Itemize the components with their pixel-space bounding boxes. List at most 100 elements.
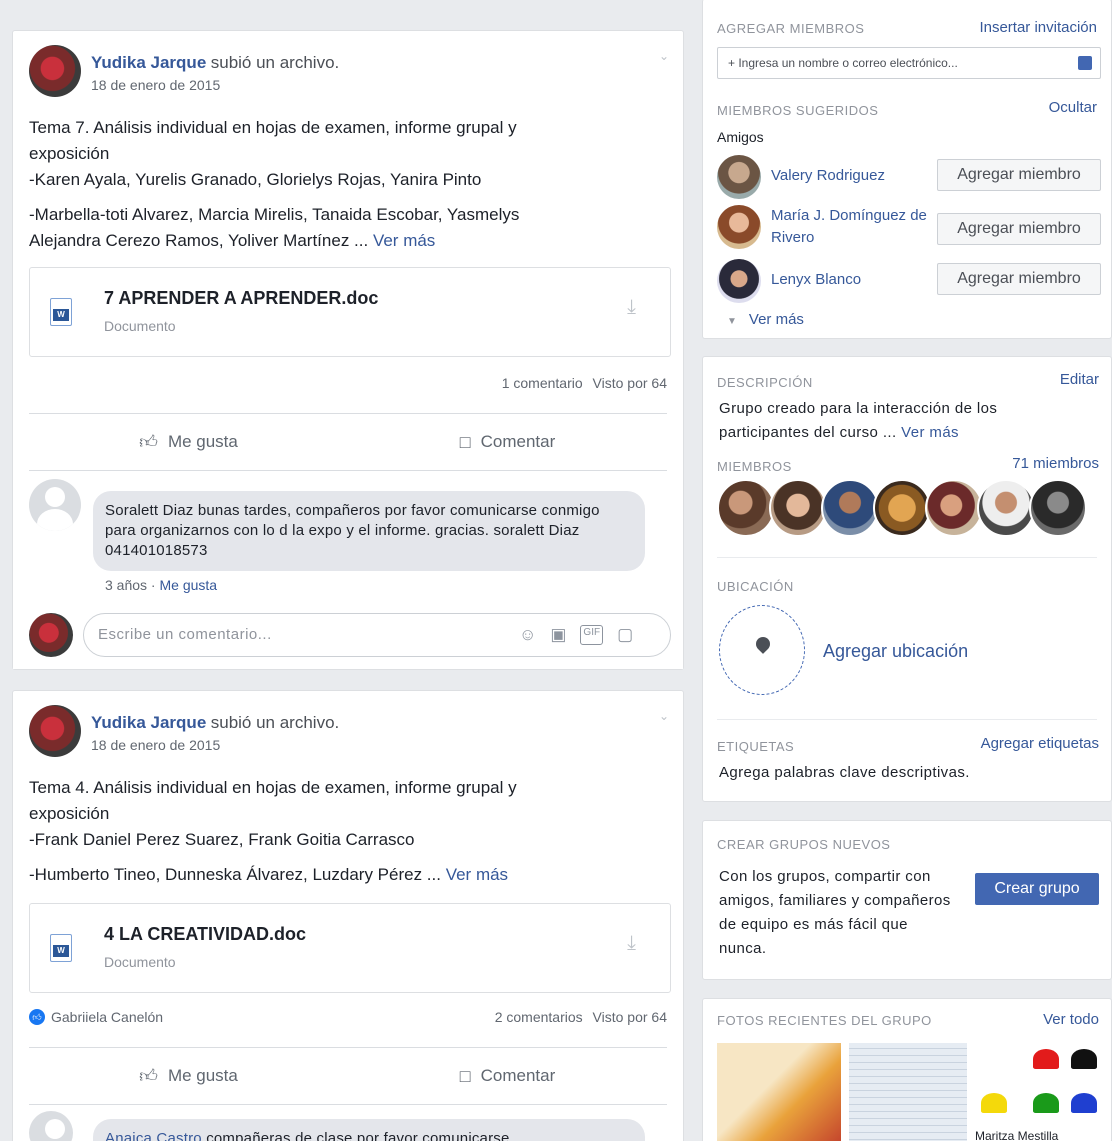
comments-count[interactable]: 2 comentarios [495, 1009, 583, 1025]
section-title: CREAR GRUPOS NUEVOS [717, 837, 891, 852]
comment-label: Comentar [480, 1066, 556, 1085]
photo-caption: Maritza Mestilla [975, 1129, 1059, 1141]
hat-black [1071, 1049, 1097, 1069]
edit-link[interactable]: Editar [1060, 371, 1099, 388]
post-stats: 1 comentario Visto por 64 [496, 375, 667, 391]
post-action: subió un archivo. [210, 53, 340, 72]
comment-button[interactable]: □ Comentar [348, 414, 667, 470]
member-avatar[interactable] [821, 479, 879, 537]
suggested-member-name[interactable]: Valery Rodriguez [771, 165, 931, 187]
speech-bubble-icon: □ [459, 431, 471, 452]
comment-like-link[interactable]: Me gusta [160, 577, 218, 593]
reply-icons: ☺ ▣ GIF ▢ [519, 625, 633, 645]
add-location-link[interactable]: Agregar ubicación [823, 641, 968, 662]
seen-by[interactable]: Visto por 64 [593, 375, 667, 391]
file-name[interactable]: 7 APRENDER A APRENDER.doc [104, 288, 378, 309]
description-text: Grupo creado para la interacción de los … [719, 397, 1079, 445]
reaction-row: 👍︎ Gabriiela Canelón [29, 1009, 163, 1025]
hat-blue [1071, 1093, 1097, 1113]
comment-author[interactable]: Anaica Castro [105, 1130, 202, 1141]
add-member-button[interactable]: Agregar miembro [937, 263, 1101, 295]
post-author[interactable]: Yudika Jarque [91, 53, 206, 72]
word-document-icon [50, 934, 72, 962]
comments-count[interactable]: 1 comentario [502, 375, 583, 391]
post-body: Tema 4. Análisis individual en hojas de … [29, 775, 629, 888]
hide-link[interactable]: Ocultar [1049, 99, 1097, 116]
post-line: exposición [29, 144, 110, 163]
chevron-down-icon[interactable]: ⌄ [659, 709, 669, 723]
avatar[interactable] [717, 205, 761, 249]
sticker-icon[interactable]: ▢ [617, 625, 633, 645]
suggested-member-row: María J. Domínguez de Rivero Agregar mie… [717, 205, 1101, 249]
photo-thumbnail[interactable] [717, 1043, 841, 1141]
section-title: FOTOS RECIENTES DEL GRUPO [717, 1013, 932, 1028]
avatar[interactable] [717, 259, 761, 303]
comments-section: Soralett Diaz bunas tardes, compañeros p… [13, 471, 683, 669]
photo-thumbnail[interactable]: Maritza Mestilla [975, 1043, 1099, 1141]
contacts-icon[interactable] [1078, 56, 1092, 70]
camera-icon[interactable]: ▣ [550, 625, 566, 645]
suggested-member-row: Lenyx Blanco Agregar miembro [717, 259, 1101, 303]
member-avatar[interactable] [873, 479, 931, 537]
recent-photos-card: FOTOS RECIENTES DEL GRUPO Ver todo Marit… [702, 998, 1112, 1141]
like-label: Me gusta [167, 1066, 238, 1085]
commenter-avatar[interactable] [29, 479, 81, 531]
gif-icon[interactable]: GIF [580, 625, 604, 645]
photo-thumbnail[interactable] [849, 1043, 967, 1141]
add-member-button[interactable]: Agregar miembro [937, 159, 1101, 191]
post-line: -Frank Daniel Perez Suarez, Frank Goitia… [29, 830, 415, 849]
avatar[interactable] [29, 705, 81, 757]
seen-by[interactable]: Visto por 64 [593, 1009, 667, 1025]
comment-bubble: Anaica Castro compañeras de clase por fa… [93, 1119, 645, 1141]
see-more-row[interactable]: ▼ Ver más [727, 311, 804, 328]
chevron-down-icon[interactable]: ⌄ [659, 49, 669, 63]
see-all-link[interactable]: Ver todo [1043, 1011, 1099, 1028]
post-actions: 👍︎ Me gusta □ Comentar [29, 1047, 667, 1105]
like-button[interactable]: 👍︎ Me gusta [29, 1048, 348, 1104]
post-author[interactable]: Yudika Jarque [91, 713, 206, 732]
add-members-card: AGREGAR MIEMBROS Insertar invitación + I… [702, 0, 1112, 339]
comment-time[interactable]: 3 años [105, 577, 147, 593]
post-line: -Karen Ayala, Yurelis Granado, Glorielys… [29, 170, 482, 189]
suggested-member-name[interactable]: María J. Domínguez de Rivero [771, 205, 931, 249]
reaction-name[interactable]: Gabriiela Canelón [51, 1009, 163, 1025]
member-avatar[interactable] [925, 479, 983, 537]
avatar[interactable] [717, 155, 761, 199]
file-name[interactable]: 4 LA CREATIVIDAD.doc [104, 924, 306, 945]
members-count-link[interactable]: 71 miembros [1012, 455, 1099, 472]
section-title: MIEMBROS SUGERIDOS [717, 103, 879, 118]
like-button[interactable]: 👍︎ Me gusta [29, 414, 348, 470]
add-tags-link[interactable]: Agregar etiquetas [981, 735, 1099, 752]
post-date[interactable]: 18 de enero de 2015 [91, 737, 339, 753]
post-header: Yudika Jarque subió un archivo. 18 de en… [29, 705, 339, 757]
emoji-icon[interactable]: ☺ [519, 625, 536, 645]
see-more-link[interactable]: Ver más [373, 231, 435, 250]
see-more-link[interactable]: Ver más [901, 424, 959, 441]
member-avatar[interactable] [717, 479, 775, 537]
post-stats: 2 comentarios Visto por 64 [489, 1009, 667, 1025]
comment-button[interactable]: □ Comentar [348, 1048, 667, 1104]
member-avatars [717, 479, 1087, 542]
post-line: -Humberto Tineo, Dunneska Álvarez, Luzda… [29, 862, 629, 888]
commenter-avatar[interactable] [29, 1111, 73, 1141]
file-attachment[interactable]: 4 LA CREATIVIDAD.doc Documento ⤓ [29, 903, 671, 993]
avatar[interactable] [29, 45, 81, 97]
post-line: -Marbella-toti Alvarez, Marcia Mirelis, … [29, 205, 520, 224]
create-groups-card: CREAR GRUPOS NUEVOS Con los grupos, comp… [702, 820, 1112, 980]
member-avatar[interactable] [769, 479, 827, 537]
hat-red [1033, 1049, 1059, 1069]
member-avatar[interactable] [977, 479, 1035, 537]
member-avatar[interactable] [1029, 479, 1087, 537]
file-attachment[interactable]: 7 APRENDER A APRENDER.doc Documento ⤓ [29, 267, 671, 357]
insert-invitation-link[interactable]: Insertar invitación [979, 19, 1097, 36]
download-icon[interactable]: ⤓ [627, 932, 636, 955]
create-group-button[interactable]: Crear grupo [975, 873, 1099, 905]
post-date[interactable]: 18 de enero de 2015 [91, 77, 339, 93]
see-more-link[interactable]: Ver más [446, 865, 508, 884]
suggested-member-name[interactable]: Lenyx Blanco [771, 269, 931, 291]
post-meta: Yudika Jarque subió un archivo. 18 de en… [91, 53, 339, 97]
member-search-input[interactable]: + Ingresa un nombre o correo electrónico… [717, 47, 1101, 79]
download-icon[interactable]: ⤓ [627, 296, 636, 319]
add-member-button[interactable]: Agregar miembro [937, 213, 1101, 245]
divider [717, 719, 1097, 720]
